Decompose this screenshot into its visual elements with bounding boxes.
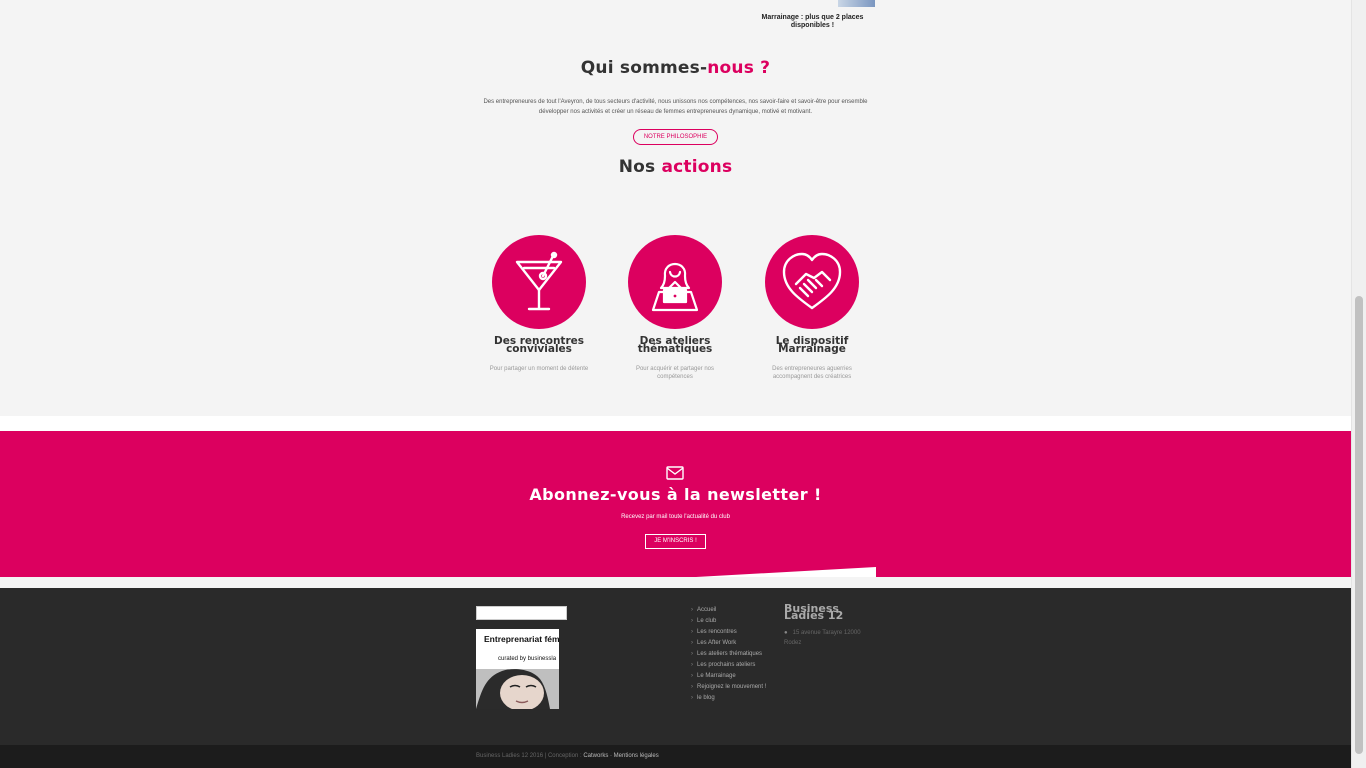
footer-nav-item[interactable]: › Rejoignez le mouvement ! <box>691 683 771 692</box>
action-item-rencontres[interactable]: Des rencontres conviviales Pour partager… <box>474 235 604 373</box>
chevron-right-icon: › <box>691 695 693 701</box>
newsletter-slant-decoration <box>696 567 876 577</box>
action-circle <box>628 235 722 329</box>
about-text: Des entrepreneures de tout l'Aveyron, de… <box>483 99 868 115</box>
footer-nav: › Accueil › Le club › Les rencontres › Les A… <box>691 606 771 705</box>
chevron-right-icon: › <box>691 651 693 657</box>
copyright-text: Business Ladies 12 2016 | Conception : <box>476 753 582 759</box>
chevron-right-icon: › <box>691 662 693 668</box>
bottom-bar: Business Ladies 12 2016 | Conception : C… <box>0 745 1351 768</box>
footer-address: ● 15 avenue Tarayre 12000 Rodez <box>784 628 879 648</box>
heart-handshake-icon <box>782 252 842 310</box>
chevron-right-icon: › <box>691 607 693 613</box>
woman-laptop-icon <box>651 262 699 312</box>
chevron-right-icon: › <box>691 629 693 635</box>
philosophy-button[interactable]: NOTRE PHILOSOPHIE <box>633 129 718 145</box>
footer-nav-item[interactable]: › Les rencontres <box>691 628 771 637</box>
about-title: Qui sommes-nous ? <box>0 58 1351 78</box>
action-description: Pour acquérir et partager nos compétence… <box>635 366 715 380</box>
chevron-right-icon: › <box>691 684 693 690</box>
page-scrollbar[interactable] <box>1351 0 1366 768</box>
footer-nav-item[interactable]: › Le Marrainage <box>691 672 771 681</box>
footer-nav-item[interactable]: › Les ateliers thématiques <box>691 650 771 659</box>
footer-nav-item[interactable]: › le blog <box>691 694 771 703</box>
footer-nav-item[interactable]: › Accueil <box>691 606 771 615</box>
chevron-right-icon: › <box>691 618 693 624</box>
actions-title-main: Nos <box>618 157 662 177</box>
marrainage-thumbnail[interactable] <box>838 0 875 7</box>
page: Marrainage : plus que 2 places disponibl… <box>0 0 1351 768</box>
envelope-icon <box>666 466 684 480</box>
scrollbar-thumb[interactable] <box>1355 296 1363 754</box>
action-title: Des ateliers thématiques <box>637 335 713 355</box>
about-title-main: Qui sommes- <box>580 58 708 78</box>
action-circle <box>492 235 586 329</box>
newsletter-subtitle: Recevez par mail toute l'actualité du cl… <box>621 514 730 520</box>
widget-image <box>476 669 559 709</box>
legal-mentions-link[interactable]: Mentions légales <box>614 753 659 759</box>
action-description: Pour partager un moment de détente <box>489 366 589 372</box>
copyright: Business Ladies 12 2016 | Conception : C… <box>476 753 659 759</box>
chevron-right-icon: › <box>691 640 693 646</box>
footer-search-input[interactable] <box>476 606 567 620</box>
footer-nav-item[interactable]: › Les prochains ateliers <box>691 661 771 670</box>
map-marker-icon: ● <box>784 630 788 636</box>
action-title: Des rencontres conviviales <box>494 335 584 355</box>
address-text: 15 avenue Tarayre 12000 Rodez <box>784 630 861 646</box>
cocktail-icon <box>515 251 563 311</box>
section-divider <box>0 416 1351 431</box>
widget-subtitle: curated by businessla <box>498 656 557 662</box>
marrainage-note[interactable]: Marrainage : plus que 2 places disponibl… <box>750 14 875 30</box>
footer: Entreprenariat fém curated by businessla… <box>0 588 1351 745</box>
action-item-ateliers[interactable]: Des ateliers thématiques Pour acquérir e… <box>610 235 740 381</box>
catworks-link[interactable]: Catworks <box>583 753 608 759</box>
about-title-accent: nous ? <box>707 58 771 78</box>
widget-title: Entreprenariat fém <box>484 634 559 644</box>
curated-widget[interactable]: Entreprenariat fém curated by businessla <box>476 629 559 709</box>
action-item-marrainage[interactable]: Le dispositif Marrainage Des entrepreneu… <box>747 235 877 381</box>
action-circle <box>765 235 859 329</box>
action-title: Le dispositif Marrainage <box>775 335 849 355</box>
newsletter-title: Abonnez-vous à la newsletter ! <box>529 485 822 504</box>
footer-nav-item[interactable]: › Les After Work <box>691 639 771 648</box>
subscribe-button[interactable]: JE M'INSCRIS ! <box>645 534 706 549</box>
actions-title: Nos actions <box>0 157 1351 177</box>
chevron-right-icon: › <box>691 673 693 679</box>
newsletter-section: Abonnez-vous à la newsletter ! Recevez p… <box>0 431 1351 577</box>
footer-nav-item[interactable]: › Le club <box>691 617 771 626</box>
action-description: Des entrepreneures aguerries accompagnen… <box>772 366 852 380</box>
actions-title-accent: actions <box>661 157 733 177</box>
footer-brand: Business Ladies 12 <box>784 602 844 622</box>
